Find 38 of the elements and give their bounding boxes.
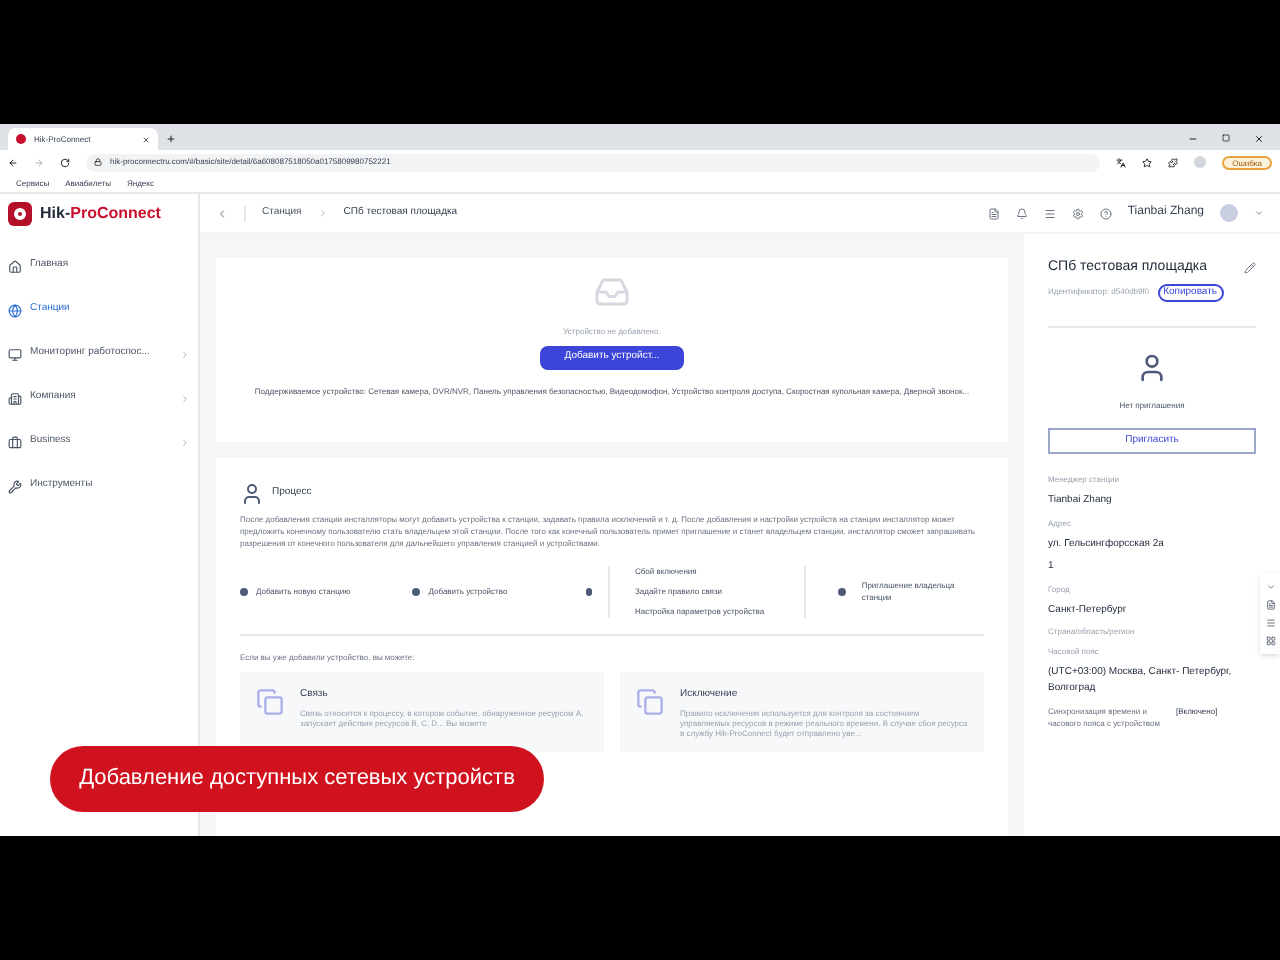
star-icon[interactable]	[1142, 157, 1153, 167]
wrench-icon	[8, 479, 22, 493]
help-icon[interactable]	[1099, 207, 1112, 219]
caret-icon[interactable]	[1254, 208, 1264, 218]
building-icon	[8, 391, 22, 405]
reload-icon[interactable]	[60, 157, 70, 167]
step-marker-icon	[585, 588, 593, 596]
extension-icon[interactable]	[1168, 157, 1179, 167]
translate-icon[interactable]	[1116, 157, 1127, 167]
list-icon[interactable]	[1043, 207, 1056, 219]
chevron-icon[interactable]	[1265, 582, 1275, 592]
globe-icon	[8, 303, 22, 317]
step-marker-icon	[240, 588, 248, 596]
separator-icon	[317, 208, 328, 218]
empty-tray-icon	[590, 274, 634, 310]
bell-icon[interactable]	[1015, 207, 1028, 219]
home-icon	[8, 259, 22, 273]
back-icon[interactable]	[8, 157, 18, 167]
grid-icon[interactable]	[1265, 636, 1275, 646]
step-marker-icon	[837, 588, 846, 596]
document-icon[interactable]	[1265, 600, 1275, 610]
settings-icon[interactable]	[1071, 207, 1084, 219]
caption-banner: Добавление доступных сетевых устройств	[50, 746, 544, 812]
monitor-icon	[8, 347, 22, 361]
briefcase-icon	[8, 435, 22, 449]
step-marker-icon	[412, 588, 421, 596]
user-icon	[1136, 352, 1168, 384]
lock-icon	[94, 158, 102, 166]
minimize-icon[interactable]	[1188, 134, 1198, 144]
edit-icon[interactable]	[1244, 262, 1256, 275]
new-tab-icon[interactable]	[166, 134, 176, 144]
logo-icon	[8, 202, 32, 226]
user-icon	[240, 482, 264, 506]
maximize-icon[interactable]	[1222, 134, 1230, 142]
tab-favicon-icon	[16, 134, 26, 144]
stack-icon	[256, 688, 284, 716]
logo-text: Hik-ProConnect	[40, 202, 161, 226]
document-icon[interactable]	[987, 207, 1000, 219]
